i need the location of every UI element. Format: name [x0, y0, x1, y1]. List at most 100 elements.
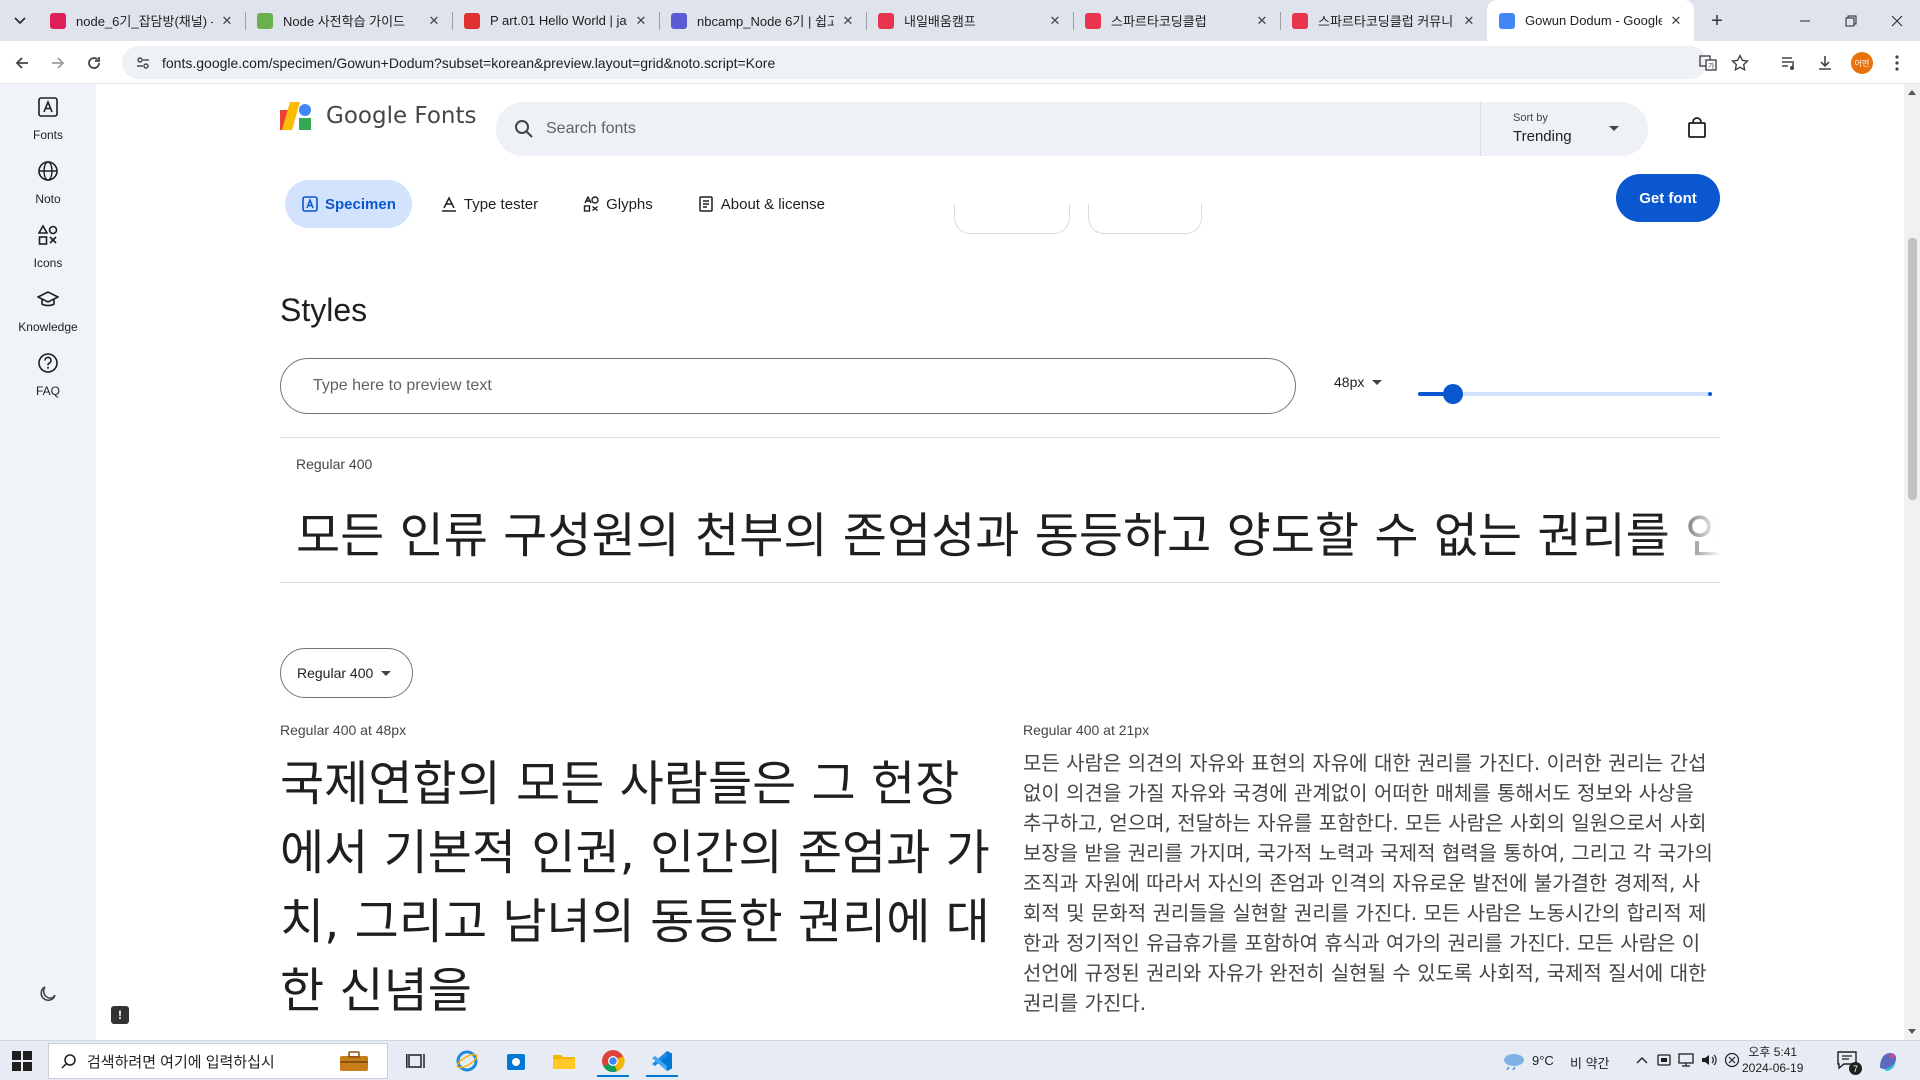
browser-tab[interactable]: 스파르타코딩클럽 커뮤니 ✕	[1280, 0, 1487, 41]
notification-center-button[interactable]: 7	[1836, 1049, 1862, 1075]
search-icon	[61, 1054, 76, 1069]
taskbar-briefcase-widget[interactable]	[322, 1045, 386, 1077]
font-size-slider[interactable]	[1418, 384, 1712, 404]
taskbar-store-app[interactable]	[496, 1045, 536, 1077]
tab-close-icon[interactable]: ✕	[633, 13, 649, 29]
scroll-down-arrow-icon[interactable]	[1908, 1029, 1916, 1034]
taskbar-edge-app[interactable]	[447, 1045, 487, 1077]
start-button[interactable]	[12, 1051, 32, 1071]
shopping-bag-button[interactable]	[1683, 114, 1711, 142]
dark-mode-toggle[interactable]	[34, 980, 62, 1008]
tab-specimen[interactable]: Specimen	[285, 180, 412, 228]
rail-item-faq[interactable]: FAQ	[0, 350, 96, 410]
tab-favicon-icon	[1085, 12, 1101, 29]
font-icon	[301, 195, 319, 213]
tab-title: Gowun Dodum - Google	[1525, 13, 1662, 28]
task-view-button[interactable]	[396, 1045, 436, 1077]
close-icon	[1891, 15, 1903, 26]
chevron-up-icon[interactable]	[1636, 1055, 1648, 1065]
browser-tab[interactable]: 내일배움캠프 ✕	[866, 0, 1073, 41]
profile-avatar[interactable]: 어떤	[1851, 52, 1873, 74]
preview-text-input[interactable]: Type here to preview text	[280, 358, 1296, 414]
bookmark-button[interactable]	[1726, 49, 1754, 77]
tray-app-icon[interactable]	[1656, 1052, 1672, 1068]
navigation-rail: Fonts Noto Icons Knowledge FAQ	[0, 84, 96, 1040]
address-bar[interactable]: fonts.google.com/specimen/Gowun+Dodum?su…	[122, 46, 1707, 79]
reload-button[interactable]	[80, 49, 108, 77]
tab-search-button[interactable]	[8, 9, 32, 33]
minimize-button[interactable]	[1782, 0, 1828, 41]
moon-icon	[40, 986, 56, 1001]
tab-close-icon[interactable]: ✕	[1461, 13, 1477, 29]
taskbar-vscode-app[interactable]	[642, 1045, 682, 1077]
get-font-button[interactable]: Get font	[1616, 174, 1720, 222]
type-tester-icon	[440, 195, 458, 213]
feedback-button[interactable]: !	[111, 1006, 129, 1024]
tab-type-tester[interactable]: Type tester	[424, 180, 554, 228]
tab-close-icon[interactable]: ✕	[1254, 13, 1270, 29]
specimen-tabs: Specimen Type tester Glyphs About & lice…	[285, 180, 853, 228]
taskbar-clock[interactable]: 오후 5:41 2024-06-19	[1742, 1044, 1803, 1076]
sample-21px-label: Regular 400 at 21px	[1023, 722, 1150, 738]
browser-tab[interactable]: nbcamp_Node 6기 | 쉽고 ✕	[659, 0, 866, 41]
shopping-bag-icon	[1688, 117, 1706, 138]
google-fonts-logo[interactable]: Google Fonts	[280, 98, 476, 134]
language-indicator-icon[interactable]	[1724, 1052, 1740, 1068]
browser-tab[interactable]: Gowun Dodum - Google ✕	[1487, 0, 1694, 41]
scroll-up-arrow-icon[interactable]	[1908, 90, 1916, 95]
page-scrollbar[interactable]	[1904, 84, 1920, 1040]
slider-thumb[interactable]	[1443, 384, 1464, 404]
browser-menu-button[interactable]	[1883, 49, 1911, 77]
media-control-button[interactable]	[1775, 49, 1803, 77]
weight-select[interactable]: Regular 400	[280, 648, 413, 698]
tab-close-icon[interactable]: ✕	[1668, 13, 1684, 29]
back-button[interactable]	[8, 49, 36, 77]
store-icon	[507, 1054, 525, 1070]
rail-item-knowledge[interactable]: Knowledge	[0, 286, 96, 346]
font-icon	[35, 94, 61, 120]
downloads-button[interactable]	[1811, 49, 1839, 77]
tab-glyphs[interactable]: Glyphs	[566, 180, 669, 228]
taskbar-chrome-app[interactable]	[593, 1045, 633, 1077]
search-input[interactable]: Search fonts	[496, 102, 1480, 156]
tab-favicon-icon	[878, 12, 894, 29]
close-window-button[interactable]	[1874, 0, 1920, 41]
browser-tab[interactable]: 스파르타코딩클럽 ✕	[1073, 0, 1280, 41]
tab-close-icon[interactable]: ✕	[426, 13, 442, 29]
forward-button[interactable]	[44, 49, 72, 77]
browser-tab[interactable]: node_6기_잡담방(채널) - ✕	[38, 0, 245, 41]
vscode-icon	[652, 1051, 672, 1071]
url-text: fonts.google.com/specimen/Gowun+Dodum?su…	[162, 54, 776, 71]
tab-close-icon[interactable]: ✕	[1047, 13, 1063, 29]
tab-close-icon[interactable]: ✕	[219, 13, 235, 29]
translate-button[interactable]: 가	[1694, 49, 1722, 77]
tab-close-icon[interactable]: ✕	[840, 13, 856, 29]
volume-icon[interactable]	[1700, 1052, 1718, 1068]
weather-temperature[interactable]: 9°C	[1532, 1053, 1554, 1068]
copilot-button[interactable]	[1876, 1049, 1900, 1073]
weather-description[interactable]: 비 약간	[1570, 1053, 1610, 1072]
restore-button[interactable]	[1828, 0, 1874, 41]
style-row-regular-400[interactable]: Regular 400 모든 인류 구성원의 천부의 존엄성과 동등하고 양도할…	[280, 437, 1720, 583]
rail-item-icons[interactable]: Icons	[0, 222, 96, 282]
site-settings-icon[interactable]	[128, 48, 158, 78]
new-tab-button[interactable]: +	[1704, 8, 1730, 34]
sample-21px-text: 모든 사람은 의견의 자유와 표현의 자유에 대한 권리를 가진다. 이러한 권…	[1023, 751, 1713, 1015]
tab-about-license[interactable]: About & license	[681, 180, 841, 228]
network-icon[interactable]	[1678, 1052, 1696, 1068]
taskbar-file-explorer-app[interactable]	[544, 1045, 584, 1077]
scrollbar-thumb[interactable]	[1908, 238, 1917, 500]
browser-tab[interactable]: P art.01 Hello World | jav ✕	[452, 0, 659, 41]
rail-item-fonts[interactable]: Fonts	[0, 94, 96, 154]
browser-toolbar: fonts.google.com/specimen/Gowun+Dodum?su…	[0, 41, 1920, 84]
tab-favicon-icon	[464, 12, 480, 29]
rail-item-noto[interactable]: Noto	[0, 158, 96, 218]
internet-explorer-icon	[456, 1050, 478, 1072]
glyphs-icon	[582, 195, 600, 213]
svg-text:가: 가	[1708, 61, 1715, 70]
sample-48px-text: 국제연합의 모든 사람들은 그 헌장에서 기본적 인권, 인간의 존엄과 가치,…	[280, 756, 990, 1019]
tab-favicon-icon	[1292, 12, 1308, 29]
sort-select[interactable]: Sort by Trending	[1480, 102, 1648, 156]
font-size-select[interactable]: 48px	[1334, 374, 1383, 390]
browser-tab[interactable]: Node 사전학습 가이드 ✕	[245, 0, 452, 41]
